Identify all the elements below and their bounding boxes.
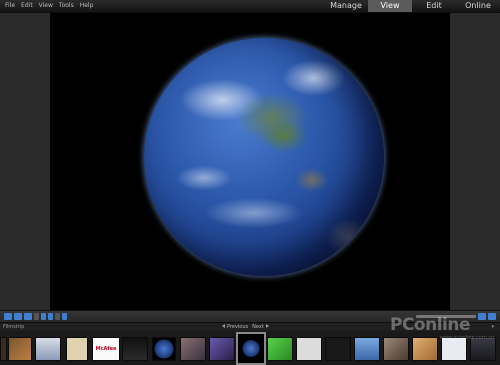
thumbnail[interactable] xyxy=(354,337,380,361)
thumbnail[interactable] xyxy=(152,337,176,361)
thumbnail[interactable] xyxy=(35,337,61,361)
watermark-url: www.pconline.com.cn xyxy=(440,335,495,341)
thumbnail[interactable] xyxy=(209,337,235,361)
filmstrip-label: Filmstrip xyxy=(3,324,25,330)
thumbnail[interactable] xyxy=(412,337,438,361)
tab-view[interactable]: View xyxy=(368,0,412,12)
thumbnail[interactable] xyxy=(383,337,409,361)
thumbnail[interactable] xyxy=(180,337,206,361)
tag-icon[interactable] xyxy=(48,313,53,320)
rotate-right-icon[interactable] xyxy=(14,313,22,320)
redeye-icon[interactable] xyxy=(55,313,60,320)
menu-view[interactable]: View xyxy=(39,2,53,10)
previous-button[interactable]: Previous xyxy=(222,323,248,331)
thumbnail[interactable] xyxy=(0,337,7,361)
collapse-icon[interactable]: ▾ xyxy=(491,323,494,331)
menu-edit[interactable]: Edit xyxy=(21,2,33,10)
tab-edit[interactable]: Edit xyxy=(412,0,456,12)
thumbnail[interactable] xyxy=(325,337,351,361)
watermark-logo: PConline xyxy=(390,315,471,335)
viewer-side-left xyxy=(0,13,50,310)
thumbnail[interactable] xyxy=(296,337,322,361)
menu-bar: File Edit View Tools Help xyxy=(5,2,93,10)
refresh-icon[interactable] xyxy=(24,313,32,320)
fullscreen-icon[interactable] xyxy=(488,313,496,320)
mode-tabs: Manage View Edit Online xyxy=(324,0,500,12)
thumbnail[interactable] xyxy=(66,337,88,361)
rotate-left-icon[interactable] xyxy=(4,313,12,320)
crop-icon[interactable] xyxy=(41,313,46,320)
next-button[interactable]: Next xyxy=(252,323,269,331)
tab-online[interactable]: Online xyxy=(456,0,500,12)
tab-manage[interactable]: Manage xyxy=(324,0,368,12)
menu-tools[interactable]: Tools xyxy=(59,2,74,10)
top-bar: File Edit View Tools Help Manage View Ed… xyxy=(0,0,500,13)
separator-icon xyxy=(34,313,39,320)
fit-icon[interactable] xyxy=(478,313,486,320)
chevron-right-icon xyxy=(265,324,269,328)
thumbnail-selected[interactable] xyxy=(236,332,266,365)
brush-icon[interactable] xyxy=(62,313,67,320)
image-viewer[interactable] xyxy=(50,13,450,310)
earth-photo xyxy=(144,38,384,276)
thumbnail[interactable] xyxy=(8,337,32,361)
filmstrip-nav: Previous Next xyxy=(222,323,269,331)
thumbnail[interactable] xyxy=(122,337,148,361)
filmstrip: McAfee xyxy=(0,331,500,365)
thumbnail[interactable] xyxy=(267,337,293,361)
chevron-left-icon xyxy=(222,324,225,328)
thumbnail-mcafee[interactable]: McAfee xyxy=(92,337,120,361)
viewer-side-right xyxy=(450,13,500,310)
menu-file[interactable]: File xyxy=(5,2,15,10)
menu-help[interactable]: Help xyxy=(80,2,94,10)
